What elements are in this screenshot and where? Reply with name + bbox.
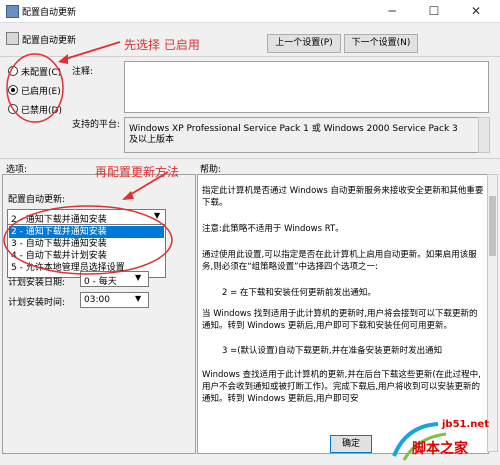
annotation-arrow [61, 41, 121, 61]
annotation-overlay [3, 41, 173, 275]
annotation-ellipse [3, 205, 173, 275]
watermark-name: 脚本之家 [412, 441, 468, 457]
annotation-text: 再配置更新方法 [95, 165, 180, 179]
annotation-text: 先选择 已启用 [124, 38, 200, 52]
arrow-head-icon [122, 191, 134, 200]
watermark-url: jb51.net [442, 419, 489, 430]
arrow-head-icon [58, 54, 68, 64]
annotation-ellipse [6, 53, 64, 123]
